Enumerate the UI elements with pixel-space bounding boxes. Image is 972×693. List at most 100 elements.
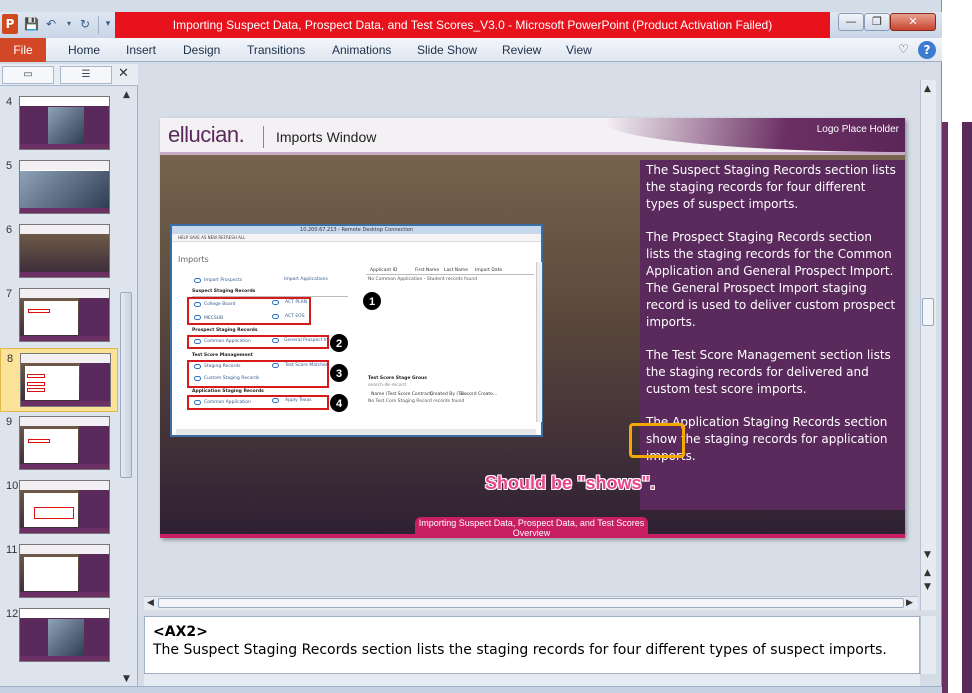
grid-header-applicant-id: Applicant ID	[370, 268, 398, 273]
redo-icon[interactable]: ↻	[78, 17, 92, 31]
powerpoint-window: P 💾 ↶ ▾ ↻ ▾ Importing Suspect Data, Pros…	[0, 0, 942, 693]
help-icon[interactable]: ?	[918, 41, 936, 59]
status-bar	[0, 686, 942, 693]
test-section-heading: Test Score Management	[192, 353, 253, 358]
link-icon	[272, 300, 279, 305]
thumbnail-slide-8[interactable]: 8	[0, 348, 118, 412]
slide-thumbnail	[19, 288, 110, 342]
grid-header-import-date: Import Date	[475, 268, 503, 273]
paragraph-suspect: The Suspect Staging Records section list…	[646, 163, 896, 211]
link-icon	[272, 363, 279, 368]
qat-separator	[98, 16, 99, 34]
grid-header-first-name: First Name	[415, 268, 440, 273]
divider	[366, 274, 534, 275]
undo-icon[interactable]: ↶	[44, 17, 58, 31]
background-bar	[962, 122, 972, 693]
slide-number: 5	[6, 160, 13, 172]
tab-insert[interactable]: Insert	[126, 38, 156, 62]
tab-file[interactable]: File	[0, 38, 46, 62]
undo-dropdown-icon[interactable]: ▾	[62, 17, 76, 31]
save-icon[interactable]: 💾	[24, 17, 39, 31]
imports-window-screenshot: 10.200.67.213 - Remote Desktop Connectio…	[170, 224, 543, 437]
link-icon	[272, 338, 279, 343]
link-icon	[194, 278, 201, 283]
thumbnail-slide-9[interactable]: 9	[0, 412, 118, 476]
close-button[interactable]: ✕	[890, 13, 936, 31]
act-eos-link: ACT EOS	[285, 314, 305, 319]
scroll-left-icon[interactable]: ◀	[147, 598, 154, 608]
screenshot-toolbar: HELP SAVE AS NEW REFRESH ALL	[172, 234, 541, 242]
slide-canvas[interactable]: ellucian. Imports Window Logo Place Hold…	[160, 118, 905, 538]
tab-slides[interactable]: ▭	[2, 66, 54, 84]
notes-scrollbar[interactable]	[920, 616, 936, 674]
tab-review[interactable]: Review	[502, 38, 541, 62]
minimize-icon: —	[845, 15, 857, 28]
grid2-header-name: Name (Test Score Contract)	[371, 392, 433, 397]
notes-pane[interactable]: <AX2> The Suspect Staging Records sectio…	[144, 616, 920, 674]
grid2-empty-message: No Test Core Staging Record records foun…	[368, 399, 465, 404]
link-icon	[194, 339, 201, 344]
thumbnail-slide-5[interactable]: 5	[0, 156, 118, 220]
thumbnail-slide-6[interactable]: 6	[0, 220, 118, 284]
scroll-down-icon[interactable]: ▼	[123, 674, 130, 684]
thumbnail-slide-12[interactable]: 12	[0, 604, 118, 668]
slide-number: 12	[6, 608, 19, 620]
grid2-title: Test Score Stage Grous	[368, 376, 427, 381]
thumbnail-slide-4[interactable]: 4	[0, 92, 118, 156]
scroll-down-icon[interactable]: ▼	[924, 550, 931, 560]
scroll-up-icon[interactable]: ▲	[123, 90, 130, 100]
ellucian-logo: ellucian.	[168, 122, 245, 147]
tab-home[interactable]: Home	[68, 38, 100, 62]
customize-qat-icon[interactable]: ▾	[101, 17, 115, 31]
tab-design[interactable]: Design	[183, 38, 220, 62]
restore-button[interactable]: ❐	[864, 13, 890, 31]
previous-slide-icon[interactable]: ▲	[924, 568, 931, 578]
restore-icon: ❐	[872, 15, 882, 28]
mecsub-link: MECSUB	[204, 316, 224, 321]
scroll-right-icon[interactable]: ▶	[906, 598, 913, 608]
thumbnail-slide-10[interactable]: 10	[0, 476, 118, 540]
slide-thumbnail	[19, 160, 110, 214]
header-stripe	[160, 152, 905, 155]
slide-thumbnail	[20, 353, 111, 407]
next-slide-icon[interactable]: ▼	[924, 582, 931, 592]
notes-horizontal-scrollbar[interactable]	[144, 674, 920, 686]
thumbnail-slide-7[interactable]: 7	[0, 284, 118, 348]
slide-thumbnail-pane: ▭ ☰ ✕ 4 5 6 7 8 9 10 11 12 ▲ ▼	[0, 64, 138, 693]
callout-badge-3: 3	[329, 363, 349, 383]
slide-number: 7	[6, 288, 13, 300]
scroll-up-icon[interactable]: ▲	[924, 84, 931, 94]
apply-texas-link: Apply Texas	[285, 398, 312, 403]
header-divider	[263, 126, 264, 148]
editor-vertical-scroll-thumb[interactable]	[922, 298, 934, 326]
slide-number: 11	[6, 544, 18, 556]
slide-header: ellucian. Imports Window Logo Place Hold…	[160, 118, 905, 152]
notes-text: The Suspect Staging Records section list…	[153, 642, 887, 658]
thumbnail-scrollbar[interactable]	[120, 292, 132, 478]
import-prospects-link: Import Prospects	[204, 278, 243, 283]
link-icon	[272, 314, 279, 319]
slide-thumbnail	[19, 544, 110, 598]
powerpoint-logo-icon[interactable]: P	[2, 14, 18, 34]
grid2-search: search-dk-record	[368, 383, 407, 388]
minimize-ribbon-icon[interactable]: ♡	[898, 42, 909, 56]
grid-header-last-name: Last Name	[444, 268, 469, 273]
tab-animations[interactable]: Animations	[332, 38, 391, 62]
tab-transitions[interactable]: Transitions	[247, 38, 305, 62]
thumbnail-slide-11[interactable]: 11	[0, 540, 118, 604]
prospect-section-heading: Prospect Staging Records	[192, 328, 258, 333]
minimize-button[interactable]: —	[838, 13, 864, 31]
error-highlight-box	[629, 423, 685, 458]
tab-view[interactable]: View	[566, 38, 592, 62]
close-icon: ✕	[908, 15, 918, 28]
callout-badge-2: 2	[329, 333, 349, 353]
screenshot-scrollbar	[536, 262, 542, 422]
review-comment: Should be "shows".	[485, 473, 656, 493]
editor-vertical-scrollbar[interactable]: ▲ ▼ ▲ ▼	[920, 80, 936, 610]
staging-records-link: Staging Records	[204, 364, 241, 369]
tab-outline[interactable]: ☰	[60, 66, 112, 84]
tab-slide-show[interactable]: Slide Show	[417, 38, 477, 62]
common-application-2-link: Common Application	[204, 400, 251, 405]
close-icon[interactable]: ✕	[118, 66, 129, 81]
editor-horizontal-scroll-thumb[interactable]	[158, 598, 904, 608]
